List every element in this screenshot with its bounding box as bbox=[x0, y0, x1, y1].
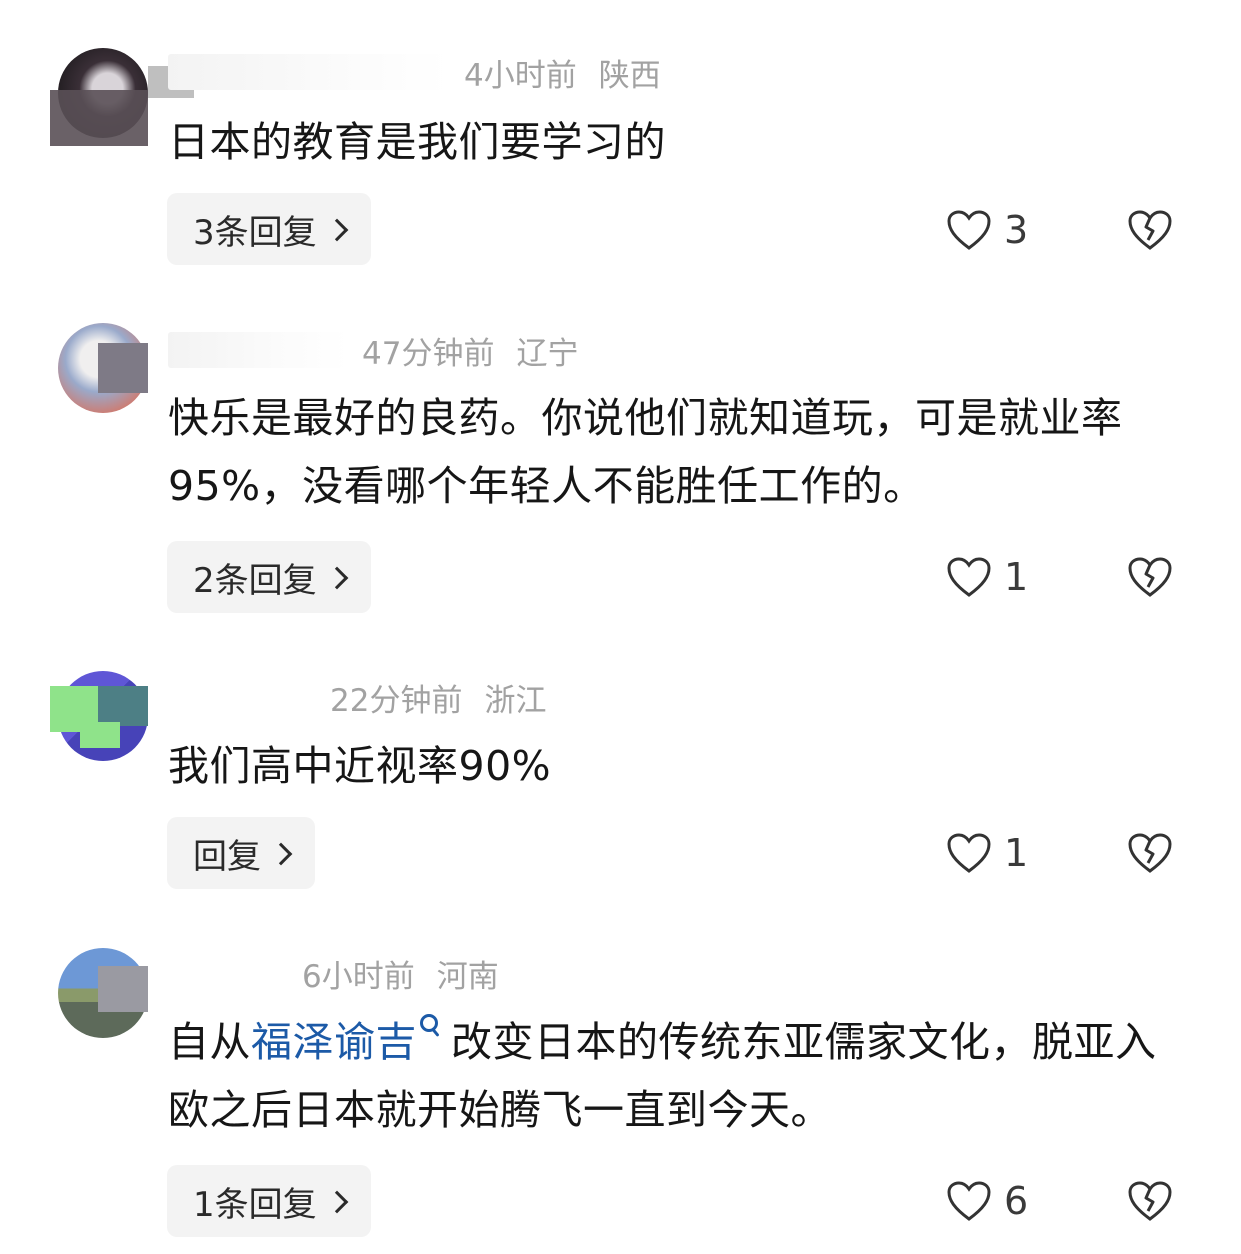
comment-location: 辽宁 bbox=[516, 335, 579, 372]
comment-text: 日本的教育是我们要学习的 bbox=[168, 118, 666, 166]
comment-time: 22分钟前 bbox=[330, 682, 463, 719]
heart-outline-icon bbox=[947, 1181, 991, 1221]
view-replies-button[interactable]: 1条回复 bbox=[167, 1165, 371, 1237]
avatar-redaction bbox=[98, 343, 148, 393]
comment-text: 快乐是最好的良药。你说他们就知道玩，可是就业率95%，没看哪个年轻人不能胜任工作… bbox=[168, 394, 1123, 510]
view-replies-button[interactable]: 3条回复 bbox=[167, 193, 371, 265]
keyword-link[interactable]: 福泽谕吉 bbox=[251, 1018, 417, 1066]
broken-heart-icon bbox=[1128, 210, 1172, 250]
reply-label: 回复 bbox=[193, 836, 261, 877]
avatar-redaction bbox=[80, 722, 120, 748]
username-redacted[interactable] bbox=[168, 54, 450, 90]
chevron-right-icon bbox=[269, 842, 293, 866]
like-count: 3 bbox=[1004, 208, 1029, 252]
comment-time: 6小时前 bbox=[302, 958, 415, 995]
reply-label: 2条回复 bbox=[193, 560, 317, 601]
username-redacted[interactable] bbox=[168, 679, 316, 715]
comment-meta: 47分钟前 辽宁 bbox=[168, 328, 578, 372]
like-button[interactable]: 1 bbox=[946, 547, 1028, 607]
avatar-redaction bbox=[98, 686, 148, 726]
broken-heart-icon bbox=[1128, 1181, 1172, 1221]
dislike-button[interactable] bbox=[1127, 547, 1173, 607]
heart-outline-icon bbox=[947, 557, 991, 597]
comment-meta: 6小时前 河南 bbox=[168, 951, 499, 995]
comment-meta: 4小时前 陕西 bbox=[168, 50, 661, 94]
view-replies-button[interactable]: 回复 bbox=[167, 817, 315, 889]
dislike-button[interactable] bbox=[1127, 1171, 1173, 1231]
heart-outline-icon bbox=[947, 833, 991, 873]
dislike-button[interactable] bbox=[1127, 823, 1173, 883]
comment-time: 47分钟前 bbox=[362, 335, 495, 372]
username-redacted[interactable] bbox=[168, 332, 348, 368]
chevron-right-icon bbox=[325, 566, 348, 590]
like-count: 1 bbox=[1004, 555, 1029, 599]
heart-outline-icon bbox=[947, 210, 991, 250]
like-button[interactable]: 3 bbox=[946, 200, 1028, 260]
like-button[interactable]: 6 bbox=[946, 1171, 1028, 1231]
comment-time: 4小时前 bbox=[464, 57, 577, 94]
username-redacted[interactable] bbox=[168, 955, 288, 991]
comment-text: 我们高中近视率90% bbox=[168, 742, 552, 790]
reply-label: 1条回复 bbox=[193, 1184, 317, 1225]
chevron-right-icon bbox=[325, 218, 348, 242]
comment-location: 浙江 bbox=[484, 682, 547, 719]
search-icon[interactable] bbox=[419, 1012, 441, 1042]
comment-location: 陕西 bbox=[598, 57, 661, 94]
like-count: 6 bbox=[1004, 1179, 1029, 1223]
like-button[interactable]: 1 bbox=[946, 823, 1028, 883]
comment-location: 河南 bbox=[436, 958, 499, 995]
comment-meta: 22分钟前 浙江 bbox=[168, 675, 546, 719]
dislike-button[interactable] bbox=[1127, 200, 1173, 260]
avatar-redaction bbox=[50, 90, 148, 146]
chevron-right-icon bbox=[325, 1190, 348, 1214]
reply-label: 3条回复 bbox=[193, 212, 317, 253]
broken-heart-icon bbox=[1128, 833, 1172, 873]
like-count: 1 bbox=[1004, 831, 1029, 875]
avatar-redaction bbox=[98, 966, 148, 1012]
comment-text-part: 自从 bbox=[168, 1018, 251, 1066]
comment-text: 自从福泽谕吉 改变日本的传统东亚儒家文化，脱亚入欧之后日本就开始腾飞一直到今天。 bbox=[168, 1008, 1188, 1144]
broken-heart-icon bbox=[1128, 557, 1172, 597]
view-replies-button[interactable]: 2条回复 bbox=[167, 541, 371, 613]
